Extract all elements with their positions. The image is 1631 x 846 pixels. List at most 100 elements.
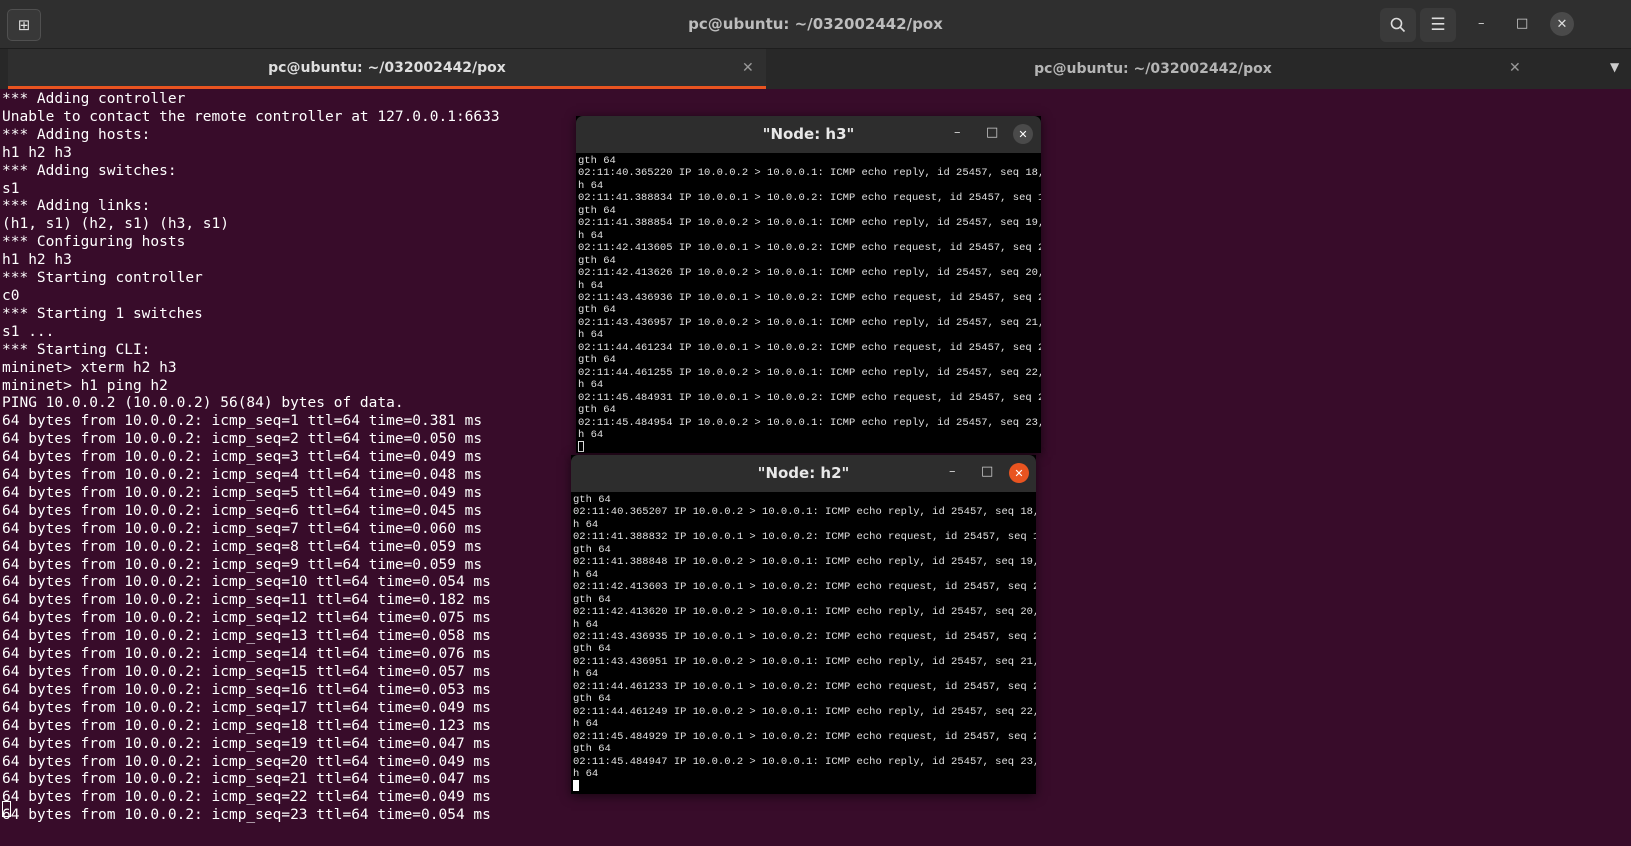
tab-label: pc@ubuntu: ~/032002442/pox [1034, 61, 1272, 77]
terminal-line: *** Adding links: [2, 198, 151, 215]
terminal-line: 02:11:44.461234 IP 10.0.0.1 > 10.0.0.2: … [578, 341, 1041, 354]
terminal-line: 64 bytes from 10.0.0.2: icmp_seq=2 ttl=6… [2, 431, 483, 448]
terminal-line: 64 bytes from 10.0.0.2: icmp_seq=15 ttl=… [2, 664, 491, 680]
maximize-button[interactable]: □ [981, 464, 993, 479]
tab-label: pc@ubuntu: ~/032002442/pox [268, 59, 506, 76]
terminal-line: gth 64 [578, 155, 616, 167]
minimize-icon: – [954, 125, 961, 140]
terminal-line: gth 64 [578, 354, 616, 367]
terminal-line: 02:11:45.484929 IP 10.0.0.1 > 10.0.0.2: … [573, 730, 1036, 743]
terminal-line: 02:11:41.388832 IP 10.0.0.1 > 10.0.0.2: … [573, 531, 1036, 544]
terminal-line: 64 bytes from 10.0.0.2: icmp_seq=4 ttl=6… [2, 467, 483, 484]
terminal-line: gth 64 [578, 404, 616, 417]
hamburger-icon: ☰ [1430, 15, 1446, 35]
close-button[interactable]: ✕ [1013, 124, 1033, 144]
terminal-line: 02:11:44.461255 IP 10.0.0.2 > 10.0.0.1: … [578, 366, 1041, 379]
terminal-line: 02:11:41.388848 IP 10.0.0.2 > 10.0.0.1: … [573, 556, 1036, 569]
terminal-line: 02:11:42.413605 IP 10.0.0.1 > 10.0.0.2: … [578, 242, 1041, 255]
xterm-terminal[interactable]: gth 64 02:11:40.365207 IP 10.0.0.2 > 10.… [571, 492, 1036, 794]
terminal-line: 02:11:41.388854 IP 10.0.0.2 > 10.0.0.1: … [578, 217, 1041, 230]
xterm-title: "Node: h2" [757, 464, 850, 482]
window-titlebar: ⊞ pc@ubuntu: ~/032002442/pox ☰ – □ ✕ [0, 0, 1631, 49]
xterm-window-h2[interactable]: "Node: h2" – □ ✕ gth 64 02:11:40.365207 … [571, 455, 1036, 794]
terminal-line: gth 64 [573, 643, 611, 656]
search-icon [1390, 17, 1406, 33]
terminal-line: h 64 [578, 229, 604, 242]
terminal-line: gth 64 [573, 543, 611, 556]
close-icon: ✕ [1014, 466, 1024, 480]
minimize-icon: – [949, 464, 956, 479]
xterm-output: gth 64 02:11:40.365207 IP 10.0.0.2 > 10.… [571, 492, 1036, 780]
xterm-title: "Node: h3" [762, 125, 855, 143]
terminal-line: 02:11:43.436957 IP 10.0.0.2 > 10.0.0.1: … [578, 316, 1041, 329]
terminal-line: h 64 [578, 179, 604, 192]
close-button[interactable]: ✕ [1009, 463, 1029, 483]
terminal-line: 64 bytes from 10.0.0.2: icmp_seq=23 ttl=… [2, 807, 491, 824]
minimize-button[interactable]: – [1478, 16, 1485, 31]
terminal-line: *** Adding hosts: [2, 126, 151, 143]
xterm-terminal[interactable]: gth 64 02:11:40.365220 IP 10.0.0.2 > 10.… [576, 153, 1041, 453]
terminal-line: 02:11:43.436936 IP 10.0.0.1 > 10.0.0.2: … [578, 291, 1041, 304]
maximize-icon: □ [1516, 16, 1529, 31]
terminal-line: 64 bytes from 10.0.0.2: icmp_seq=7 ttl=6… [2, 520, 483, 537]
terminal-line: 64 bytes from 10.0.0.2: icmp_seq=8 ttl=6… [2, 538, 483, 555]
terminal-line: *** Starting CLI: [2, 341, 151, 358]
terminal-line: h 64 [573, 568, 599, 581]
terminal-line: *** Starting 1 switches [2, 305, 203, 322]
terminal-line: 02:11:40.365220 IP 10.0.0.2 > 10.0.0.1: … [578, 167, 1041, 180]
terminal-line: 64 bytes from 10.0.0.2: icmp_seq=5 ttl=6… [2, 484, 483, 501]
close-icon: ✕ [742, 60, 754, 76]
terminal-line: h 64 [573, 618, 599, 631]
terminal-line: h1 h2 h3 [2, 144, 72, 161]
menu-button[interactable]: ☰ [1420, 8, 1456, 42]
terminal-line: 64 bytes from 10.0.0.2: icmp_seq=9 ttl=6… [2, 556, 483, 573]
terminal-line: 02:11:42.413620 IP 10.0.0.2 > 10.0.0.1: … [573, 606, 1036, 619]
xterm-cursor [578, 441, 584, 453]
tab-terminal-2[interactable]: pc@ubuntu: ~/032002442/pox [774, 49, 1532, 89]
terminal-line: 64 bytes from 10.0.0.2: icmp_seq=1 ttl=6… [2, 413, 483, 430]
terminal-line: h 64 [578, 428, 604, 441]
close-icon: ✕ [1018, 127, 1028, 141]
terminal-line: h 64 [578, 379, 604, 392]
terminal-line: 64 bytes from 10.0.0.2: icmp_seq=10 ttl=… [2, 574, 491, 591]
terminal-line: 02:11:45.484954 IP 10.0.0.2 > 10.0.0.1: … [578, 416, 1041, 429]
maximize-button[interactable]: □ [1516, 16, 1528, 31]
window-close-button[interactable]: ✕ [1550, 12, 1574, 36]
terminal-line: 02:11:45.484931 IP 10.0.0.1 > 10.0.0.2: … [578, 391, 1041, 404]
terminal-line: 02:11:44.461233 IP 10.0.0.1 > 10.0.0.2: … [573, 680, 1036, 693]
terminal-line: s1 ... [2, 323, 55, 340]
terminal-line: *** Adding switches: [2, 162, 177, 179]
tab-terminal-1[interactable]: pc@ubuntu: ~/032002442/pox [8, 49, 766, 89]
minimize-button[interactable]: – [954, 125, 961, 140]
terminal-line: (h1, s1) (h2, s1) (h3, s1) [2, 216, 229, 233]
terminal-line: 02:11:45.484947 IP 10.0.0.2 > 10.0.0.1: … [573, 755, 1036, 768]
tab-close-button[interactable]: ✕ [742, 60, 754, 76]
xterm-window-h3[interactable]: "Node: h3" – □ ✕ gth 64 02:11:40.365220 … [576, 116, 1041, 453]
terminal-line: 64 bytes from 10.0.0.2: icmp_seq=17 ttl=… [2, 699, 491, 716]
tab-close-button[interactable]: ✕ [1509, 60, 1521, 76]
terminal-line: 02:11:43.436951 IP 10.0.0.2 > 10.0.0.1: … [573, 655, 1036, 668]
terminal-output: *** Adding controller Unable to contact … [2, 91, 500, 825]
terminal-line: mininet> xterm h2 h3 [2, 359, 177, 376]
terminal-line: gth 64 [573, 693, 611, 706]
xterm-titlebar: "Node: h3" – □ ✕ [576, 116, 1041, 153]
tab-list-button[interactable]: ▼ [1610, 60, 1619, 74]
search-button[interactable] [1380, 8, 1416, 42]
terminal-line: 64 bytes from 10.0.0.2: icmp_seq=20 ttl=… [2, 753, 491, 770]
close-icon: ✕ [1556, 16, 1568, 32]
maximize-button[interactable]: □ [986, 125, 998, 140]
terminal-line: h 64 [573, 767, 599, 780]
tab-bar: pc@ubuntu: ~/032002442/pox ✕ pc@ubuntu: … [0, 49, 1631, 89]
terminal-line: 64 bytes from 10.0.0.2: icmp_seq=3 ttl=6… [2, 449, 483, 466]
terminal-line: 02:11:41.388834 IP 10.0.0.1 > 10.0.0.2: … [578, 192, 1041, 205]
terminal-line: h 64 [578, 279, 604, 292]
terminal-line: *** Starting controller [2, 270, 203, 287]
terminal-line: 02:11:44.461249 IP 10.0.0.2 > 10.0.0.1: … [573, 705, 1036, 718]
minimize-button[interactable]: – [949, 464, 956, 479]
terminal-line: h 64 [573, 518, 599, 531]
terminal-line: h 64 [573, 718, 599, 731]
terminal-line: *** Configuring hosts [2, 234, 186, 251]
terminal-line: gth 64 [573, 593, 611, 606]
close-icon: ✕ [1509, 60, 1521, 76]
terminal-line: mininet> h1 ping h2 [2, 377, 168, 394]
